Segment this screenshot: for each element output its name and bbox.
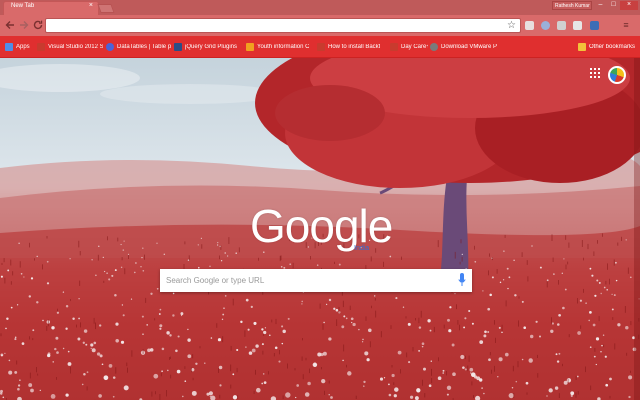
bookmarks-bar: Apps Visual Studio 2012 S DataTables | Tab… <box>0 36 640 58</box>
bookmark-item[interactable]: jQuery Grid Plugins <box>174 41 244 53</box>
folder-icon <box>578 43 586 51</box>
bookmark-item[interactable]: Day Care+ <box>390 41 428 53</box>
microphone-icon[interactable] <box>458 273 466 288</box>
bookmark-star-icon[interactable]: ☆ <box>507 19 516 32</box>
account-avatar[interactable] <box>608 66 626 84</box>
bookmark-label: Other bookmarks <box>589 44 636 50</box>
browser-toolbar: ☆ ≡ <box>0 15 640 36</box>
url-input[interactable] <box>52 20 492 31</box>
maximize-button[interactable]: □ <box>607 1 620 10</box>
bookmark-item[interactable]: Visual Studio 2012 S <box>37 41 103 53</box>
minimize-button[interactable]: – <box>594 1 607 10</box>
blogger-favicon-icon <box>246 43 254 51</box>
extension-blue-icon[interactable] <box>590 21 599 30</box>
bookmark-favicon-icon <box>390 43 398 51</box>
bookmark-item[interactable]: Apps <box>5 41 35 53</box>
bookmark-item[interactable]: Other bookmarks <box>578 41 638 53</box>
extension-grey-icon[interactable] <box>557 21 566 30</box>
bookmark-label: Visual Studio 2012 S <box>48 44 103 50</box>
bookmark-label: Apps <box>16 44 30 50</box>
tab-close-icon[interactable]: × <box>89 2 93 9</box>
bookmark-favicon-icon <box>317 43 325 51</box>
jquery-favicon-icon <box>174 43 182 51</box>
extension-hexagon-icon[interactable] <box>525 21 534 30</box>
tab-title: New Tab <box>11 3 35 9</box>
chrome-menu-icon[interactable]: ≡ <box>621 19 631 31</box>
new-tab-button[interactable] <box>97 4 115 13</box>
close-window-button[interactable]: × <box>620 1 638 10</box>
arrow-right-icon <box>20 21 29 29</box>
tab-new-tab[interactable]: New Tab × <box>3 1 99 15</box>
forward-button[interactable] <box>18 19 30 31</box>
vmware-favicon-icon <box>430 43 438 51</box>
bookmark-favicon-icon <box>37 43 45 51</box>
extension-globe-icon[interactable] <box>541 21 550 30</box>
bookmark-item[interactable]: How to install Backt <box>317 41 387 53</box>
reload-button[interactable] <box>32 19 44 31</box>
page-scrollbar[interactable] <box>634 58 640 400</box>
bookmark-label: Day Care+ <box>401 44 428 50</box>
search-input[interactable] <box>166 274 446 287</box>
bookmark-label: How to install Backt <box>328 44 381 50</box>
google-logo: Google <box>250 200 393 252</box>
extension-flag-icon[interactable] <box>573 21 582 30</box>
bookmark-label: Youth information C <box>257 44 310 50</box>
bookmark-item[interactable]: Download VMware P <box>430 41 502 53</box>
bookmark-item[interactable]: DataTables | Table p <box>106 41 172 53</box>
new-tab-page: Google India <box>0 58 640 400</box>
bookmark-label: Download VMware P <box>441 44 498 50</box>
arrow-left-icon <box>5 21 14 29</box>
google-region-label: India <box>354 245 370 252</box>
bookmark-label: jQuery Grid Plugins <box>185 44 238 50</box>
google-apps-icon[interactable] <box>590 68 600 78</box>
tab-strip: New Tab × Rathesh Kumar – □ × <box>0 0 640 15</box>
datatables-favicon-icon <box>106 43 114 51</box>
bookmark-label: DataTables | Table p <box>117 44 172 50</box>
apps-grid-icon <box>5 43 13 51</box>
profile-button[interactable]: Rathesh Kumar <box>552 1 592 10</box>
back-button[interactable] <box>4 19 16 31</box>
search-box[interactable] <box>160 269 472 292</box>
bookmark-item[interactable]: Youth information C <box>246 41 314 53</box>
address-bar[interactable]: ☆ <box>45 18 521 33</box>
reload-icon <box>33 20 43 30</box>
